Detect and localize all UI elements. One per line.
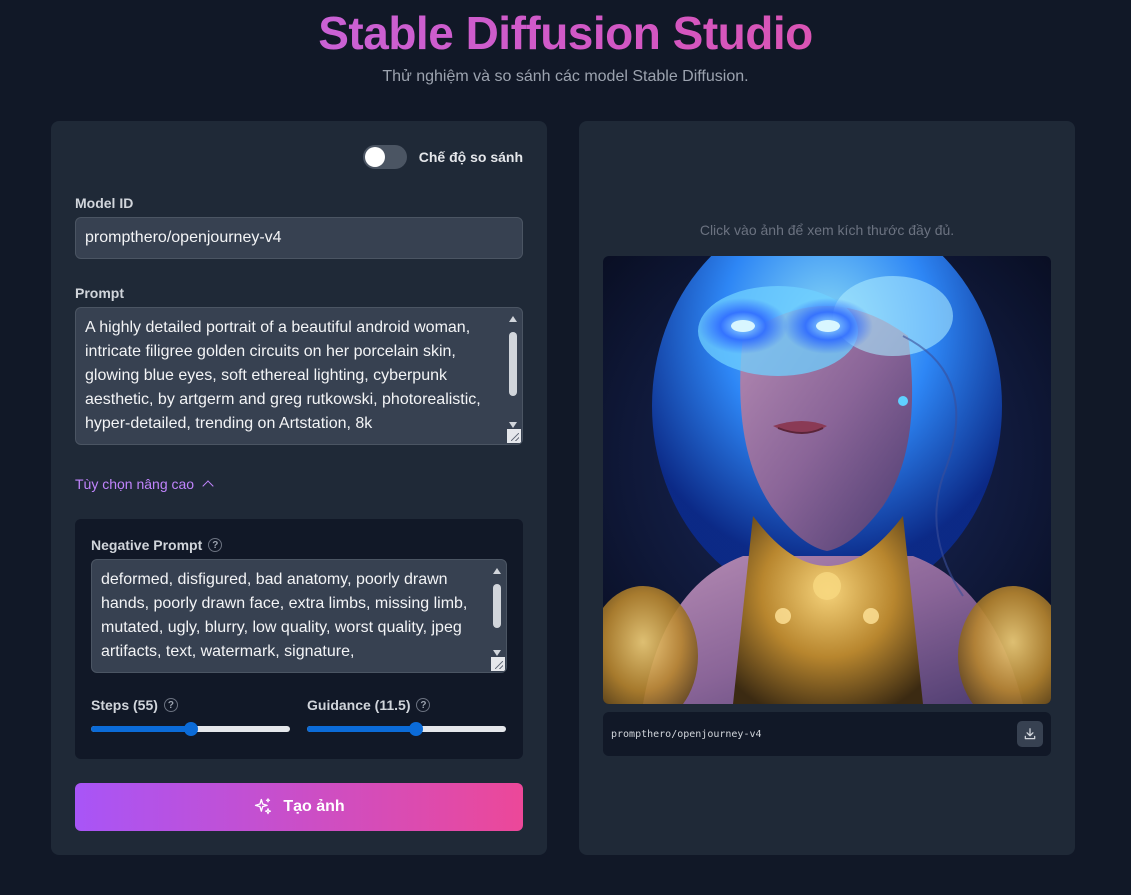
resize-handle-icon[interactable] [491, 657, 505, 671]
generated-image[interactable] [603, 256, 1051, 704]
steps-slider[interactable] [91, 721, 290, 737]
image-hint: Click vào ảnh để xem kích thước đầy đủ. [699, 222, 955, 238]
advanced-options-label: Tùy chọn nâng cao [75, 476, 195, 492]
download-button[interactable] [1017, 721, 1043, 747]
negative-prompt-label: Negative Prompt [91, 537, 203, 553]
compare-mode-row: Chế độ so sánh [362, 145, 523, 169]
negative-prompt-value: deformed, disfigured, bad anatomy, poorl… [101, 571, 468, 660]
scroll-thumb[interactable] [509, 332, 517, 396]
settings-panel: Chế độ so sánh Model ID prompthero/openj… [51, 121, 547, 855]
model-id-value: prompthero/openjourney-v4 [85, 229, 282, 246]
slider-thumb[interactable] [183, 722, 198, 736]
negative-prompt-label-row: Negative Prompt ? [91, 537, 223, 553]
scroll-up-arrow-icon[interactable] [493, 568, 501, 574]
compare-mode-label: Chế độ so sánh [418, 149, 523, 165]
advanced-options-panel: Negative Prompt ? deformed, disfigured, … [75, 519, 523, 759]
steps-label-row: Steps (55) ? [91, 697, 178, 713]
resize-handle-icon[interactable] [507, 429, 521, 443]
result-panel: Click vào ảnh để xem kích thước đầy đủ. [579, 121, 1075, 855]
help-icon[interactable]: ? [416, 698, 431, 712]
android-portrait-image [603, 256, 1051, 704]
generate-button[interactable]: Tạo ảnh [75, 783, 523, 831]
guidance-label-row: Guidance (11.5) ? [307, 697, 431, 713]
scroll-down-arrow-icon[interactable] [493, 650, 501, 656]
help-icon[interactable]: ? [208, 538, 223, 552]
download-icon [1024, 728, 1036, 740]
image-caption-bar: prompthero/openjourney-v4 [603, 712, 1051, 756]
slider-fill [307, 726, 417, 732]
generate-button-label: Tạo ảnh [283, 798, 345, 815]
negative-prompt-textarea[interactable]: deformed, disfigured, bad anatomy, poorl… [91, 559, 507, 673]
scroll-thumb[interactable] [493, 584, 501, 628]
advanced-options-toggle[interactable]: Tùy chọn nâng cao [75, 476, 214, 492]
image-caption: prompthero/openjourney-v4 [611, 728, 762, 740]
scroll-down-arrow-icon[interactable] [509, 422, 517, 428]
prompt-value: A highly detailed portrait of a beautifu… [85, 319, 481, 432]
steps-label: Steps (55) [91, 697, 158, 713]
negative-prompt-scrollbar[interactable] [490, 562, 504, 658]
slider-thumb[interactable] [409, 722, 424, 736]
app-title: Stable Diffusion Studio [0, 6, 1131, 60]
slider-fill [91, 726, 191, 732]
scroll-up-arrow-icon[interactable] [509, 316, 517, 322]
chevron-up-icon [202, 480, 214, 492]
app-subtitle: Thử nghiệm và so sánh các model Stable D… [382, 68, 749, 85]
help-icon[interactable]: ? [163, 698, 178, 712]
model-id-label: Model ID [75, 195, 134, 211]
prompt-scrollbar[interactable] [506, 310, 520, 430]
toggle-knob [364, 147, 385, 167]
prompt-label: Prompt [75, 285, 124, 301]
sparkles-icon [255, 798, 272, 815]
guidance-slider[interactable] [307, 721, 506, 737]
prompt-textarea[interactable]: A highly detailed portrait of a beautifu… [75, 307, 523, 445]
model-id-input[interactable]: prompthero/openjourney-v4 [75, 217, 523, 259]
compare-mode-toggle[interactable] [362, 145, 407, 169]
guidance-label: Guidance (11.5) [307, 697, 411, 713]
